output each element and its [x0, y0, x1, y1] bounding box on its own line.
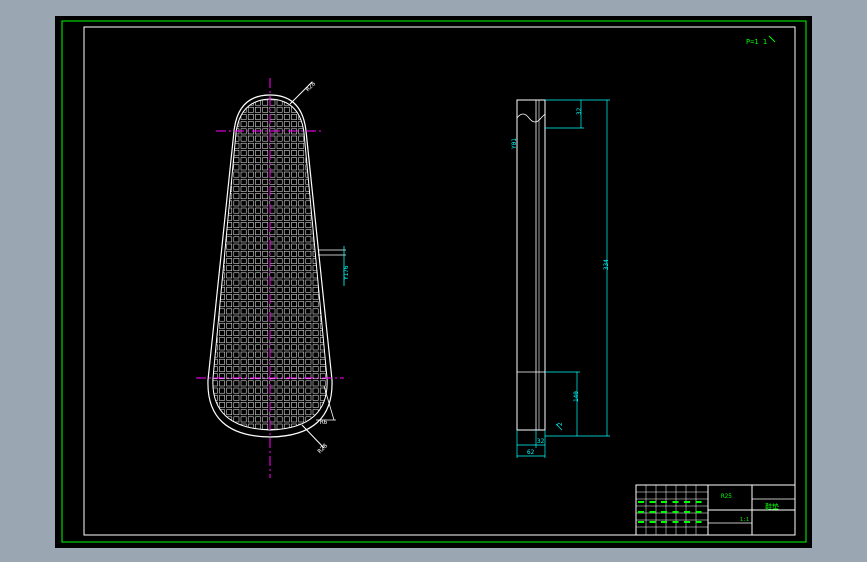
title-cell-mark	[684, 521, 690, 523]
tail-dim-label: R6	[320, 419, 328, 426]
title-cell-mark	[695, 501, 702, 503]
title-cell-mark	[672, 511, 679, 513]
title-cell-mark	[661, 501, 667, 503]
drawing-sheet[interactable]	[55, 16, 812, 548]
cad-drawing-window: P=1 1 R28 Y176 R6 R28 Y01 32 334 140 2 3…	[0, 0, 867, 562]
title-cell-mark	[672, 501, 679, 503]
title-block-material: R25	[721, 493, 732, 500]
dim-32-label: 32	[576, 107, 583, 115]
title-cell-mark	[638, 521, 644, 523]
dim-32b-label: 32	[537, 438, 545, 445]
title-cell-mark	[695, 521, 702, 523]
title-cell-mark	[672, 521, 679, 523]
dim-334-label: 334	[603, 259, 610, 270]
title-cell-mark	[661, 511, 667, 513]
title-cell-mark	[684, 501, 690, 503]
title-cell-mark	[649, 521, 656, 523]
title-cell-mark	[661, 521, 667, 523]
width-dim-label: Y176	[343, 265, 350, 280]
title-block-scale: 1:1	[740, 517, 749, 523]
title-cell-mark	[649, 501, 656, 503]
title-cell-mark	[684, 511, 690, 513]
dim-2-label: 2	[557, 422, 564, 426]
title-cell-mark	[649, 511, 656, 513]
corner-note: P=1 1	[746, 38, 767, 46]
title-block-name: 鞋垫	[765, 502, 779, 511]
dim-140-label: 140	[573, 391, 580, 402]
title-cell-mark	[638, 511, 644, 513]
title-cell-mark	[695, 511, 702, 513]
side-note: Y01	[511, 138, 518, 149]
dim-62-label: 62	[527, 449, 535, 456]
title-cell-mark	[638, 501, 644, 503]
